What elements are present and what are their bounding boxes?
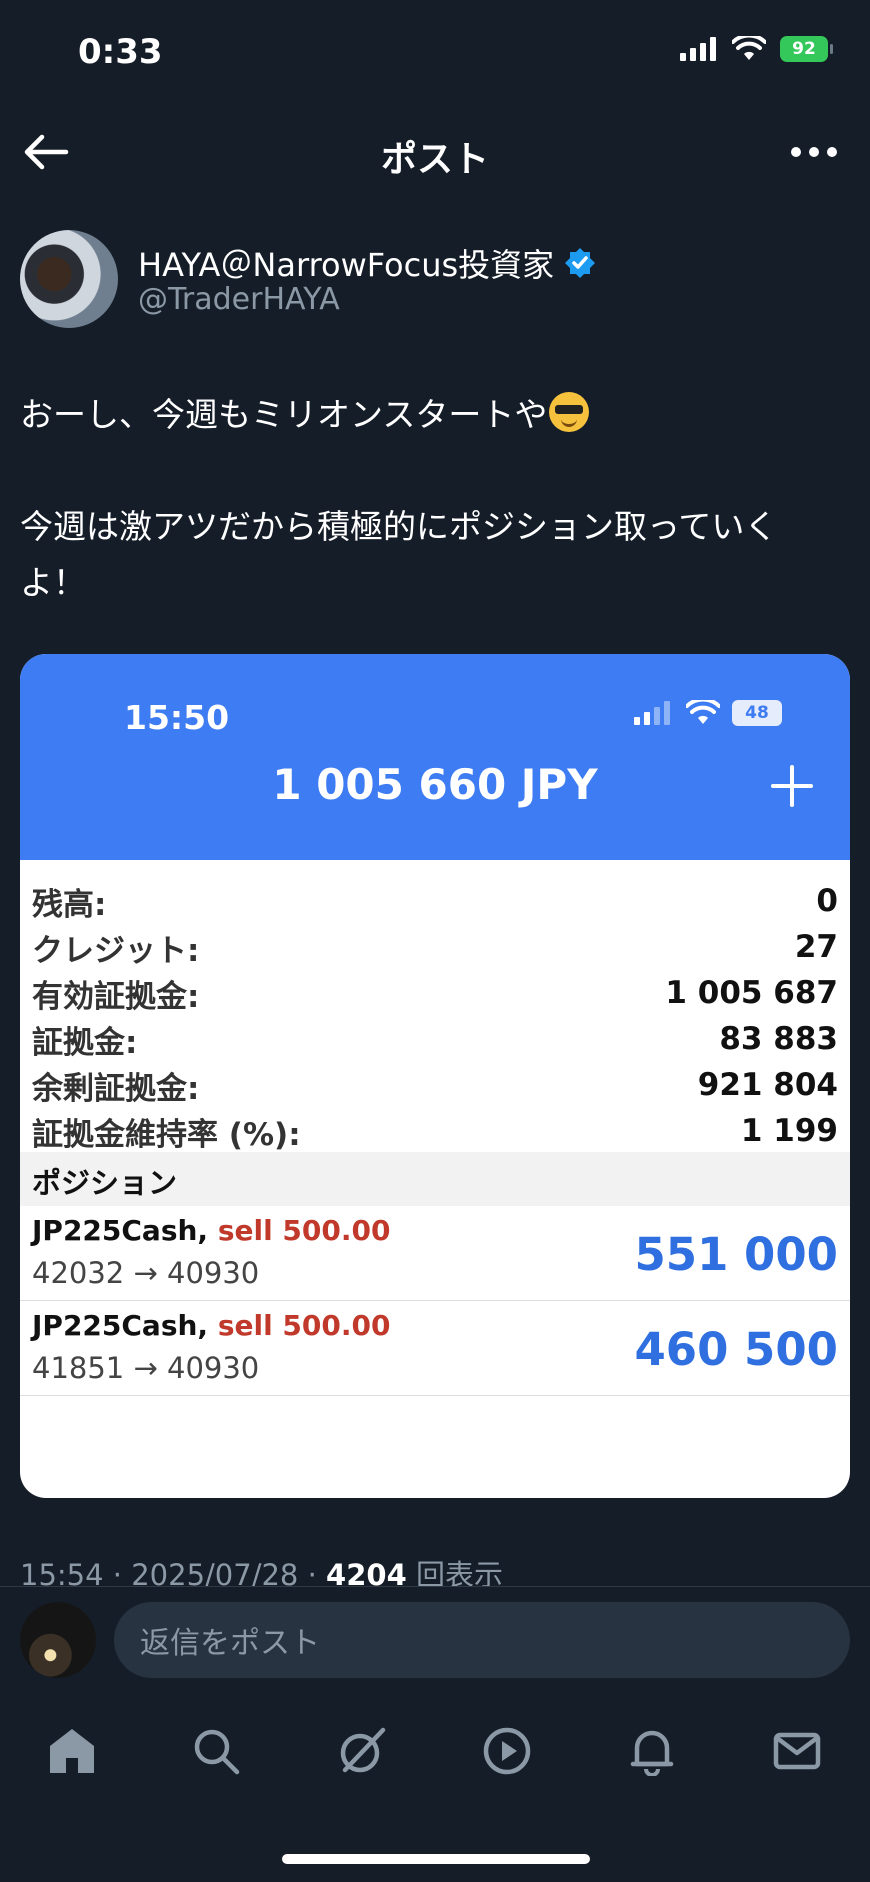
- grok-icon[interactable]: [337, 1726, 387, 1776]
- search-icon[interactable]: [191, 1726, 241, 1776]
- position-side: sell 500.00: [217, 1214, 391, 1247]
- position-symbol: JP225Cash,: [32, 1309, 209, 1342]
- equity-title: 1 005 660 JPY: [272, 760, 598, 809]
- account-label: 残高:: [32, 886, 107, 923]
- account-label: 有効証拠金:: [32, 978, 200, 1015]
- battery-icon: 92: [780, 36, 833, 62]
- video-icon[interactable]: [482, 1726, 532, 1776]
- position-symbol: JP225Cash,: [32, 1214, 209, 1247]
- battery-level: 92: [792, 39, 816, 59]
- account-value: 1 005 687: [665, 975, 838, 1011]
- image-battery-level: 48: [745, 703, 769, 723]
- tweet-text-line-3: よ！: [20, 563, 86, 602]
- positions-label: ポジション: [32, 1166, 178, 1200]
- account-value: 27: [794, 929, 838, 965]
- account-value: 0: [816, 883, 838, 919]
- position-profit: 460 500: [634, 1323, 838, 1376]
- status-icons: 92: [680, 36, 833, 62]
- page-title: ポスト: [380, 139, 489, 180]
- signal-icon: [680, 37, 716, 61]
- account-label: 余剰証拠金:: [32, 1070, 200, 1107]
- account-value: 921 804: [697, 1067, 838, 1103]
- account-row-balance: 残高: 0: [32, 878, 838, 924]
- account-row-margin-level: 証拠金維持率 (%): 1 199: [32, 1108, 838, 1154]
- home-icon[interactable]: [47, 1726, 97, 1776]
- wifi-icon: [732, 36, 766, 60]
- sunglasses-emoji-icon: [549, 392, 590, 432]
- tweet-text-line-2: 今週は激アツだから積極的にポジション取っていく: [20, 507, 778, 546]
- author-avatar[interactable]: [20, 230, 118, 328]
- image-battery-icon: 48: [732, 700, 782, 726]
- account-label: 証拠金:: [32, 1024, 138, 1061]
- plus-icon: [771, 765, 813, 807]
- notifications-icon[interactable]: [627, 1726, 677, 1776]
- messages-icon[interactable]: [772, 1726, 822, 1776]
- image-signal-icon: [634, 701, 670, 725]
- author-name[interactable]: HAYA＠NarrowFocus投資家: [138, 240, 554, 286]
- tweet-text: おーし、今週もミリオンスタートや: [20, 395, 548, 434]
- account-row-equity: 有効証拠金: 1 005 687: [32, 970, 838, 1016]
- status-time: 0:33: [78, 32, 163, 72]
- image-status-time: 15:50: [124, 698, 230, 737]
- image-status-icons: 48: [634, 700, 782, 726]
- author-handle[interactable]: @TraderHAYA: [138, 282, 340, 317]
- account-label: 証拠金維持率 (%):: [32, 1116, 301, 1153]
- verified-badge-icon: [565, 248, 596, 278]
- reply-input[interactable]: 返信をポスト: [114, 1602, 850, 1678]
- author-name-row[interactable]: HAYA＠NarrowFocus投資家: [138, 240, 596, 286]
- account-row-free-margin: 余剰証拠金: 921 804: [32, 1062, 838, 1108]
- attached-image[interactable]: 15:50 48 1 005 660 JPY 残高: 0 クレジット: 27 有…: [20, 654, 850, 1498]
- tweet-text-line-1: おーし、今週もミリオンスタートや: [20, 388, 590, 436]
- account-row-credit: クレジット: 27: [32, 924, 838, 970]
- image-wifi-icon: [686, 700, 720, 724]
- account-value: 83 883: [719, 1021, 838, 1057]
- position-prices: 42032 → 40930: [32, 1256, 260, 1290]
- position-symbol-line: JP225Cash, sell 500.00: [32, 1309, 390, 1342]
- account-value: 1 199: [740, 1113, 838, 1149]
- position-row: JP225Cash, sell 500.00 42032 → 40930 551…: [20, 1206, 850, 1301]
- more-options-icon[interactable]: [790, 140, 838, 164]
- position-symbol-line: JP225Cash, sell 500.00: [32, 1214, 390, 1247]
- position-prices: 41851 → 40930: [32, 1351, 260, 1385]
- position-row: JP225Cash, sell 500.00 41851 → 40930 460…: [20, 1301, 850, 1396]
- home-indicator[interactable]: [282, 1854, 590, 1864]
- current-user-avatar: [20, 1602, 96, 1678]
- account-row-margin: 証拠金: 83 883: [32, 1016, 838, 1062]
- position-profit: 551 000: [634, 1228, 838, 1281]
- position-side: sell 500.00: [217, 1309, 391, 1342]
- image-header: [20, 654, 850, 860]
- account-label: クレジット:: [32, 932, 200, 969]
